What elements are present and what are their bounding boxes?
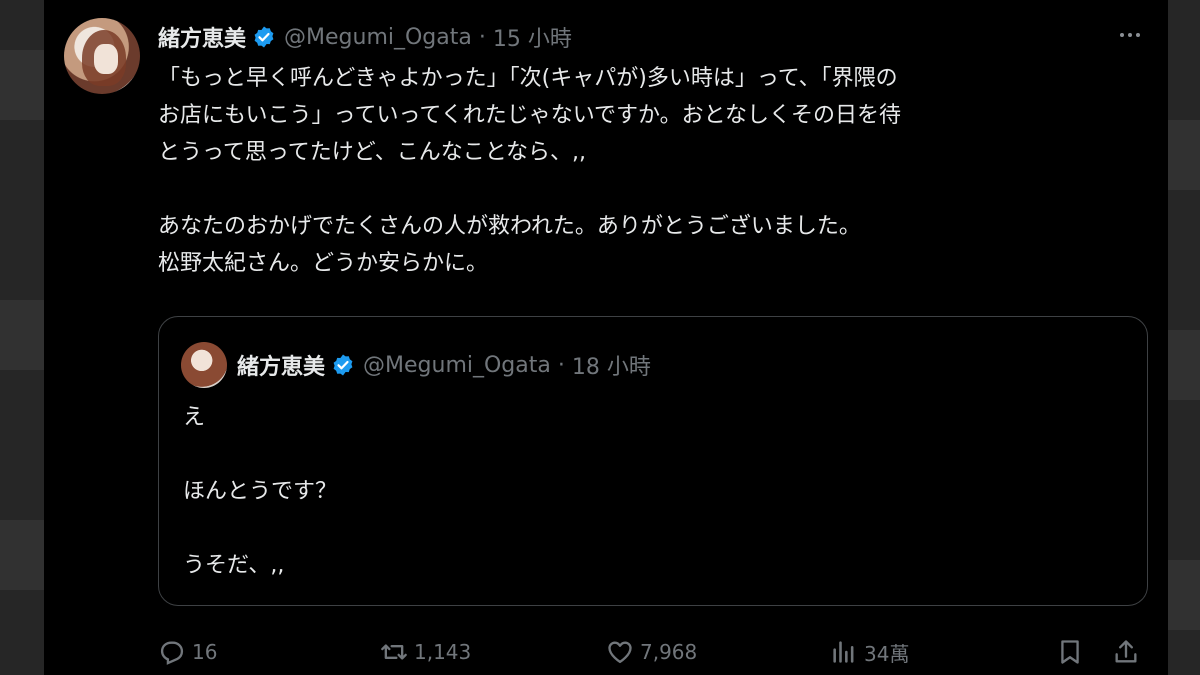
quoted-line: え — [183, 405, 206, 430]
repost-icon — [381, 644, 407, 660]
header-separator: · — [550, 352, 572, 378]
verified-badge-icon — [254, 26, 274, 48]
tweet-header: 緒方恵美 @Megumi_Ogata · 15 小時 — [158, 20, 572, 54]
more-icon[interactable] — [1110, 20, 1150, 50]
quoted-tweet[interactable]: 緒方恵美 @Megumi_Ogata · 18 小時 え ほんとうです？ うそだ… — [158, 316, 1148, 606]
tweet-timestamp[interactable]: 15 小時 — [493, 21, 572, 53]
quoted-author-name: 緒方恵美 — [237, 355, 326, 380]
repost-button[interactable]: 1,143 — [380, 632, 471, 672]
reply-icon — [160, 641, 184, 665]
views-button[interactable]: 34萬 — [830, 632, 909, 672]
header-separator: · — [471, 24, 493, 50]
tweet-text: 「もっと早く呼んどきゃよかった」「次(キャパが)多い時は」って、「界隈の お店に… — [158, 60, 1148, 282]
quoted-text: え ほんとうです？ うそだ、,, — [183, 399, 1123, 584]
author-name[interactable]: 緒方恵美 — [158, 21, 246, 53]
verified-badge-icon — [333, 354, 353, 376]
share-button[interactable] — [1112, 632, 1140, 672]
tweet-line: とうって思ってたけど、こんなことなら、,, — [158, 140, 587, 165]
views-count: 34萬 — [864, 641, 910, 666]
views-icon — [833, 641, 854, 663]
bookmark-icon — [1061, 640, 1079, 664]
left-backdrop — [0, 0, 44, 675]
author-handle[interactable]: @Megumi_Ogata — [284, 25, 472, 50]
repost-count: 1,143 — [414, 640, 472, 664]
tweet-card: 緒方恵美 @Megumi_Ogata · 15 小時 「もっと早く呼んどきゃよか… — [44, 0, 1168, 675]
action-bar: 16 1,143 7,968 34萬 — [158, 632, 1148, 672]
quoted-line: うそだ、,, — [183, 553, 285, 578]
share-icon — [1115, 640, 1137, 663]
like-button[interactable]: 7,968 — [606, 632, 697, 672]
tweet-line: 松野太紀さん。どうか安らかに。 — [158, 251, 489, 276]
reply-button[interactable]: 16 — [158, 632, 217, 672]
like-icon — [608, 641, 632, 664]
tweet-line: お店にもいこう」っていってくれたじゃないですか。おとなしくその日を待 — [158, 103, 901, 128]
quoted-avatar[interactable] — [181, 342, 227, 388]
tweet-line: 「もっと早く呼んどきゃよかった」「次(キャパが)多い時は」って、「界隈の — [158, 66, 898, 91]
reply-count: 16 — [192, 640, 218, 664]
quoted-line: ほんとうです？ — [183, 479, 338, 504]
quoted-timestamp: 18 小時 — [571, 355, 651, 380]
bookmark-button[interactable] — [1056, 632, 1084, 672]
tweet-line: あなたのおかげでたくさんの人が救われた。ありがとうございました。 — [158, 214, 861, 239]
like-count: 7,968 — [640, 640, 698, 664]
quoted-header: 緒方恵美 @Megumi_Ogata · 18 小時 — [237, 347, 651, 383]
quoted-author-handle: @Megumi_Ogata — [363, 352, 551, 378]
avatar[interactable] — [64, 18, 140, 94]
